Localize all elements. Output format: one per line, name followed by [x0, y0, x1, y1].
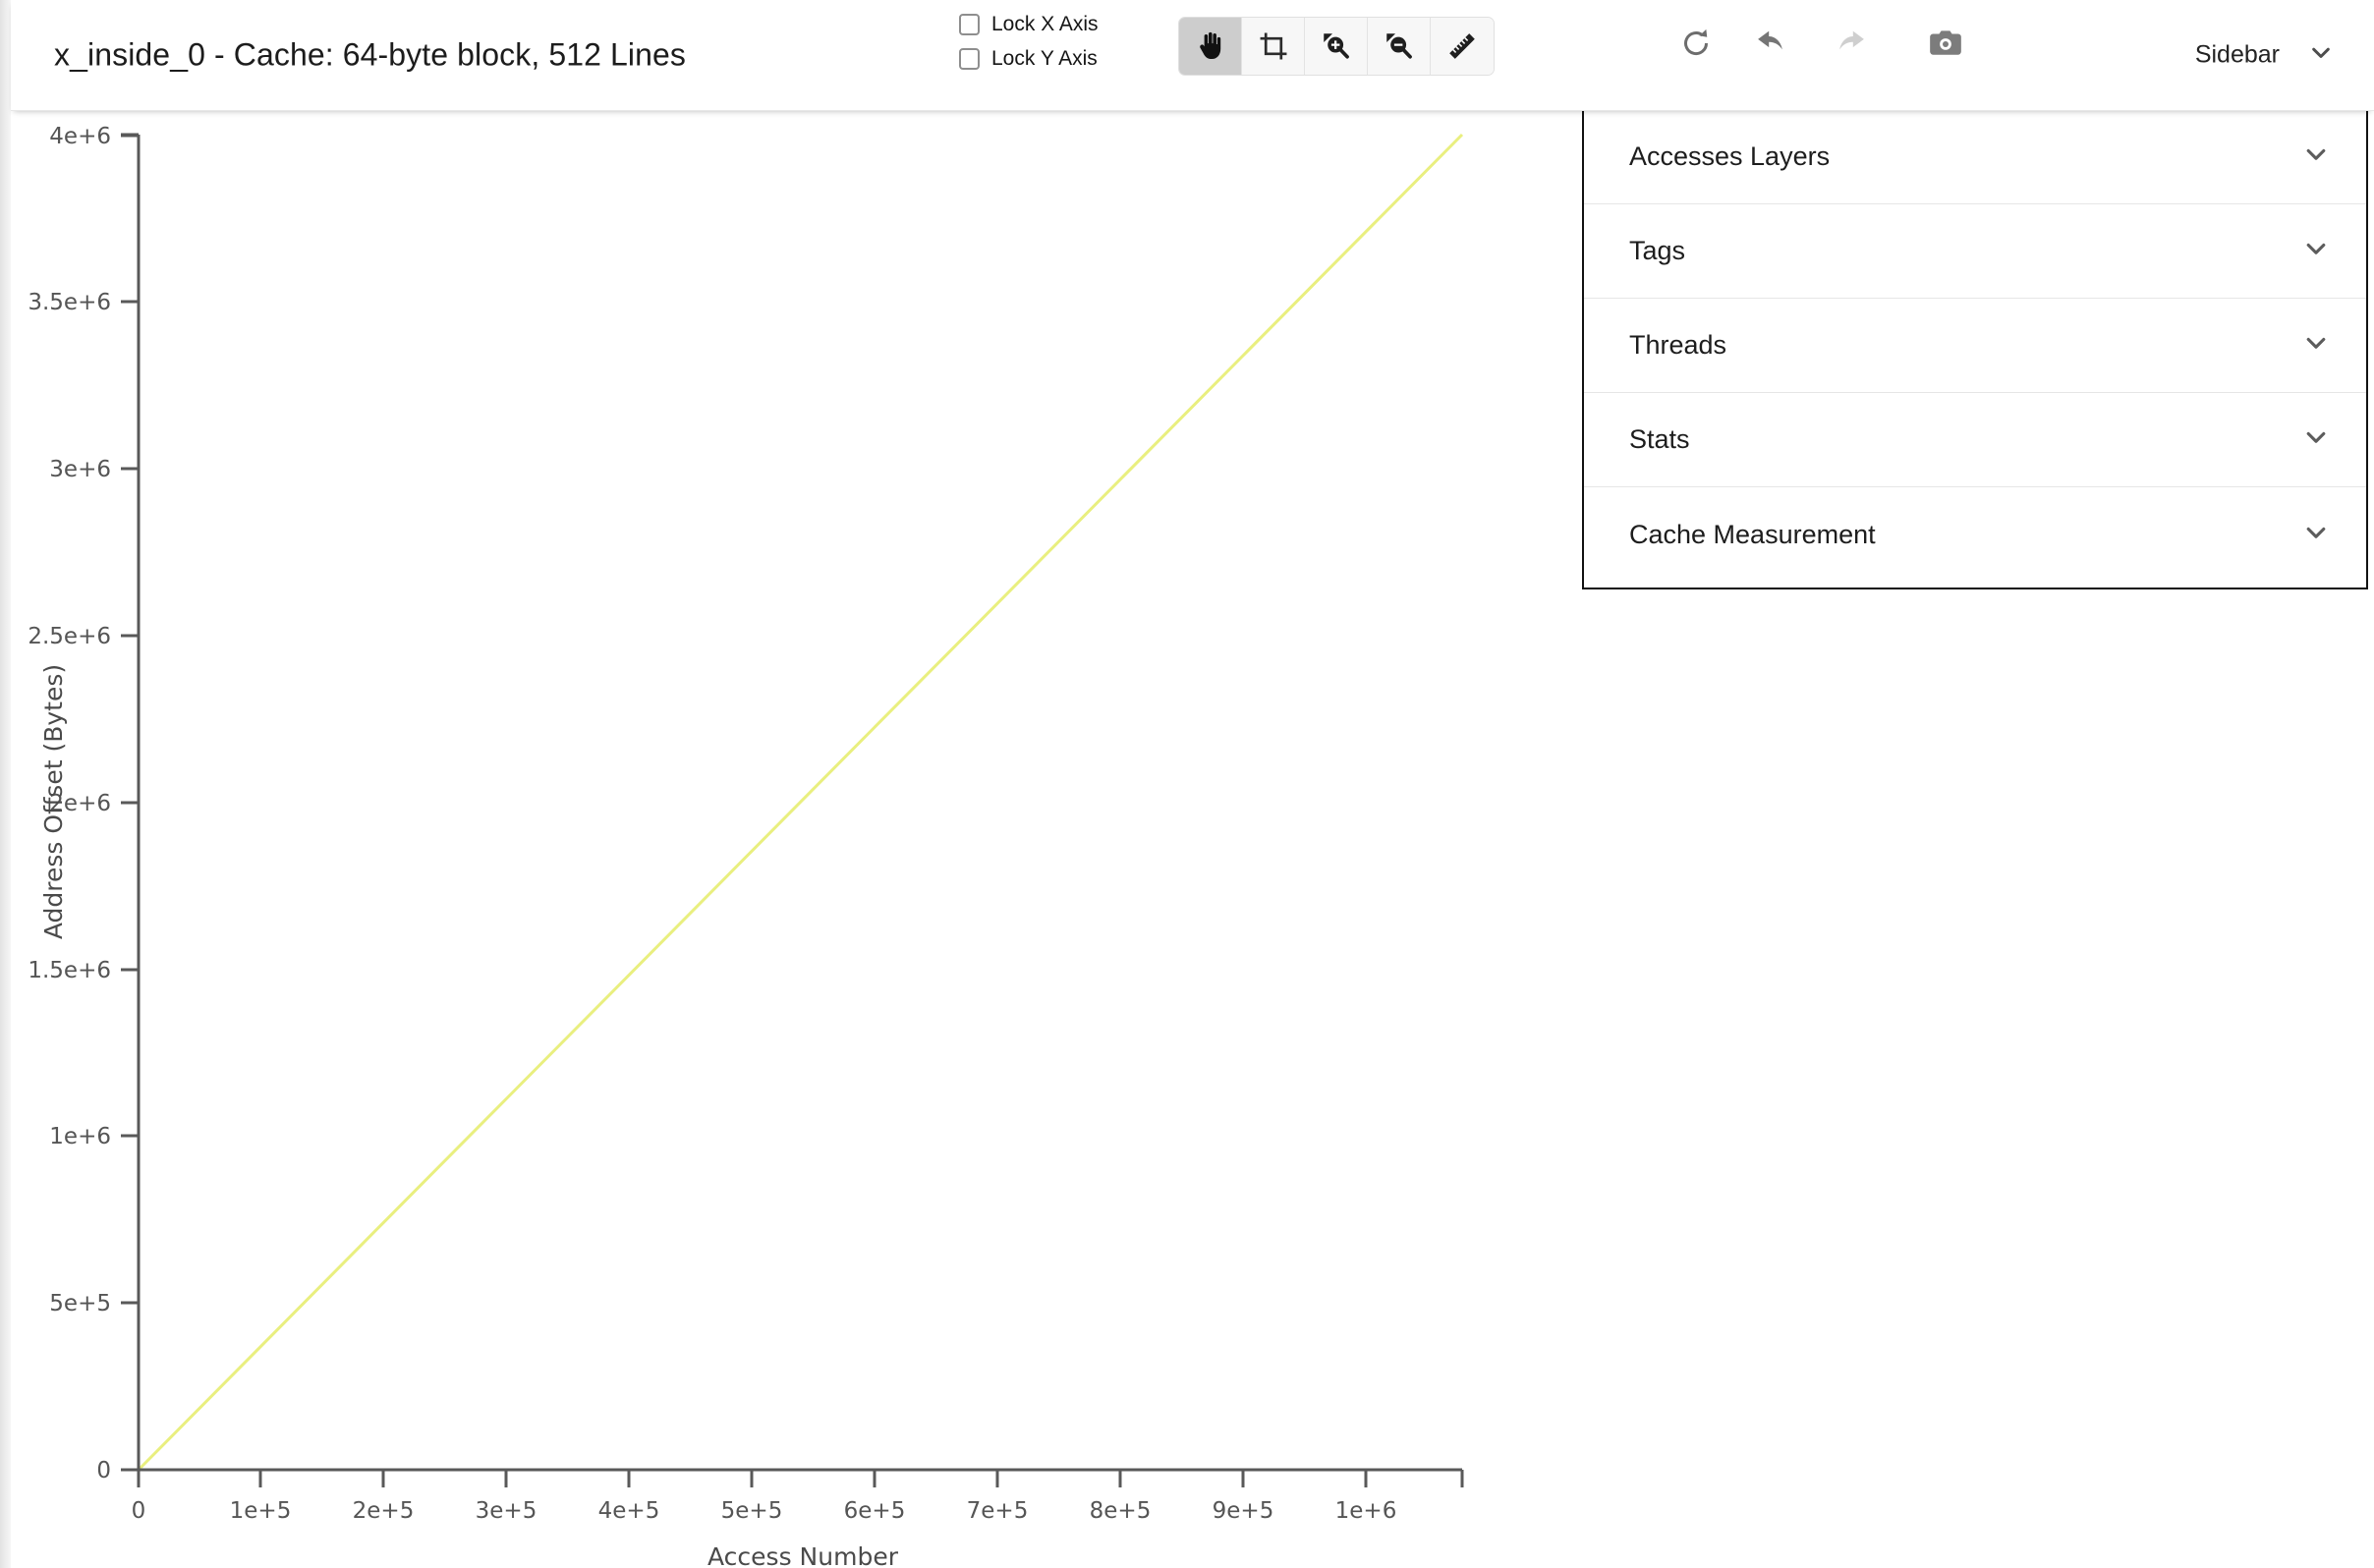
chevron-down-icon[interactable]	[2299, 138, 2333, 176]
svg-text:4e+6: 4e+6	[49, 124, 111, 149]
top-toolbar: x_inside_0 - Cache: 64-byte block, 512 L…	[11, 0, 2374, 111]
sidebar-section-label: Cache Measurement	[1629, 519, 1876, 549]
action-icon-group	[1674, 17, 1967, 74]
svg-text:4e+5: 4e+5	[598, 1498, 660, 1524]
sidebar-section-label: Threads	[1629, 330, 1727, 360]
x-axis: 0 1e+5 2e+5 3e+5 4e+5 5e+5 6e+5 7e+5 8e+…	[132, 1468, 1464, 1568]
y-axis-ticks	[121, 134, 139, 1472]
svg-text:2.5e+6: 2.5e+6	[28, 624, 111, 649]
svg-text:9e+5: 9e+5	[1213, 1498, 1274, 1524]
undo-button[interactable]	[1751, 17, 1794, 74]
redo-button[interactable]	[1828, 17, 1871, 74]
svg-text:5e+5: 5e+5	[49, 1291, 111, 1316]
sidebar-section-label: Stats	[1629, 424, 1690, 454]
page-title: x_inside_0 - Cache: 64-byte block, 512 L…	[54, 36, 687, 73]
lock-x-axis-checkbox[interactable]	[959, 14, 980, 35]
data-series-x_inside_0	[137, 133, 1464, 1472]
y-axis-label: Address Offset (Bytes)	[39, 664, 68, 939]
lock-y-axis-label: Lock Y Axis	[991, 47, 1098, 70]
zoom-in-icon	[1320, 29, 1353, 63]
crop-icon	[1257, 29, 1290, 63]
svg-text:6e+5: 6e+5	[844, 1498, 906, 1524]
x-axis-tick-labels: 0 1e+5 2e+5 3e+5 4e+5 5e+5 6e+5 7e+5 8e+…	[132, 1498, 1397, 1524]
refresh-icon	[1678, 26, 1714, 66]
sidebar-section-accesses-layers[interactable]: Accesses Layers	[1584, 110, 2366, 204]
lock-x-axis-label: Lock X Axis	[991, 13, 1099, 35]
sidebar-section-cache-measurement[interactable]: Cache Measurement	[1584, 487, 2366, 582]
app-root: x_inside_0 - Cache: 64-byte block, 512 L…	[0, 0, 2374, 1568]
svg-text:1e+6: 1e+6	[1335, 1498, 1397, 1524]
x-axis-label: Access Number	[707, 1542, 899, 1568]
svg-text:3e+5: 3e+5	[476, 1498, 537, 1524]
x-axis-ticks	[137, 1470, 1368, 1487]
sidebar-section-stats[interactable]: Stats	[1584, 393, 2366, 487]
measure-tool-button[interactable]	[1431, 18, 1494, 75]
redo-icon	[1831, 25, 1868, 67]
sidebar-toggle[interactable]: Sidebar	[2195, 37, 2337, 74]
lock-y-axis-row[interactable]: Lock Y Axis	[959, 46, 1099, 72]
lock-x-axis-row[interactable]: Lock X Axis	[959, 12, 1099, 37]
hand-icon	[1194, 29, 1227, 63]
svg-text:3.5e+6: 3.5e+6	[28, 290, 111, 315]
svg-text:7e+5: 7e+5	[967, 1498, 1029, 1524]
svg-text:5e+5: 5e+5	[721, 1498, 783, 1524]
y-axis: 0 5e+5 1e+6 1.5e+6 2e+6 2.5e+6 3e+6 3.5e…	[28, 124, 141, 1484]
svg-text:1e+6: 1e+6	[49, 1124, 111, 1149]
axis-lock-group: Lock X Axis Lock Y Axis	[959, 12, 1099, 72]
sidebar-section-label: Tags	[1629, 236, 1686, 265]
crop-tool-button[interactable]	[1242, 18, 1305, 75]
svg-text:8e+5: 8e+5	[1090, 1498, 1152, 1524]
chevron-down-icon	[2305, 37, 2337, 74]
sidebar-section-label: Accesses Layers	[1629, 141, 1831, 171]
zoom-out-tool-button[interactable]	[1368, 18, 1431, 75]
sidebar-section-tags[interactable]: Tags	[1584, 204, 2366, 299]
lock-y-axis-checkbox[interactable]	[959, 48, 980, 70]
zoom-in-tool-button[interactable]	[1305, 18, 1368, 75]
zoom-out-icon	[1383, 29, 1416, 63]
svg-text:3e+6: 3e+6	[49, 457, 111, 482]
screenshot-button[interactable]	[1924, 17, 1967, 74]
refresh-button[interactable]	[1674, 17, 1718, 74]
svg-text:1.5e+6: 1.5e+6	[28, 958, 111, 983]
tool-button-group	[1178, 17, 1495, 76]
pan-tool-button[interactable]	[1179, 18, 1242, 75]
undo-icon	[1754, 25, 1791, 67]
chevron-down-icon[interactable]	[2299, 326, 2333, 364]
svg-text:2e+5: 2e+5	[353, 1498, 415, 1524]
chevron-down-icon[interactable]	[2299, 232, 2333, 270]
camera-icon	[1927, 25, 1964, 67]
sidebar-section-threads[interactable]: Threads	[1584, 299, 2366, 393]
sidebar-toggle-label: Sidebar	[2194, 40, 2280, 69]
sidebar-panel: Accesses Layers Tags Threads Stats Cache…	[1582, 108, 2368, 589]
svg-text:1e+5: 1e+5	[230, 1498, 292, 1524]
svg-text:0: 0	[96, 1458, 111, 1484]
chevron-down-icon[interactable]	[2299, 420, 2333, 459]
ruler-icon	[1445, 29, 1479, 63]
window-left-edge	[0, 0, 11, 1568]
svg-text:0: 0	[132, 1498, 146, 1524]
chevron-down-icon[interactable]	[2299, 516, 2333, 554]
